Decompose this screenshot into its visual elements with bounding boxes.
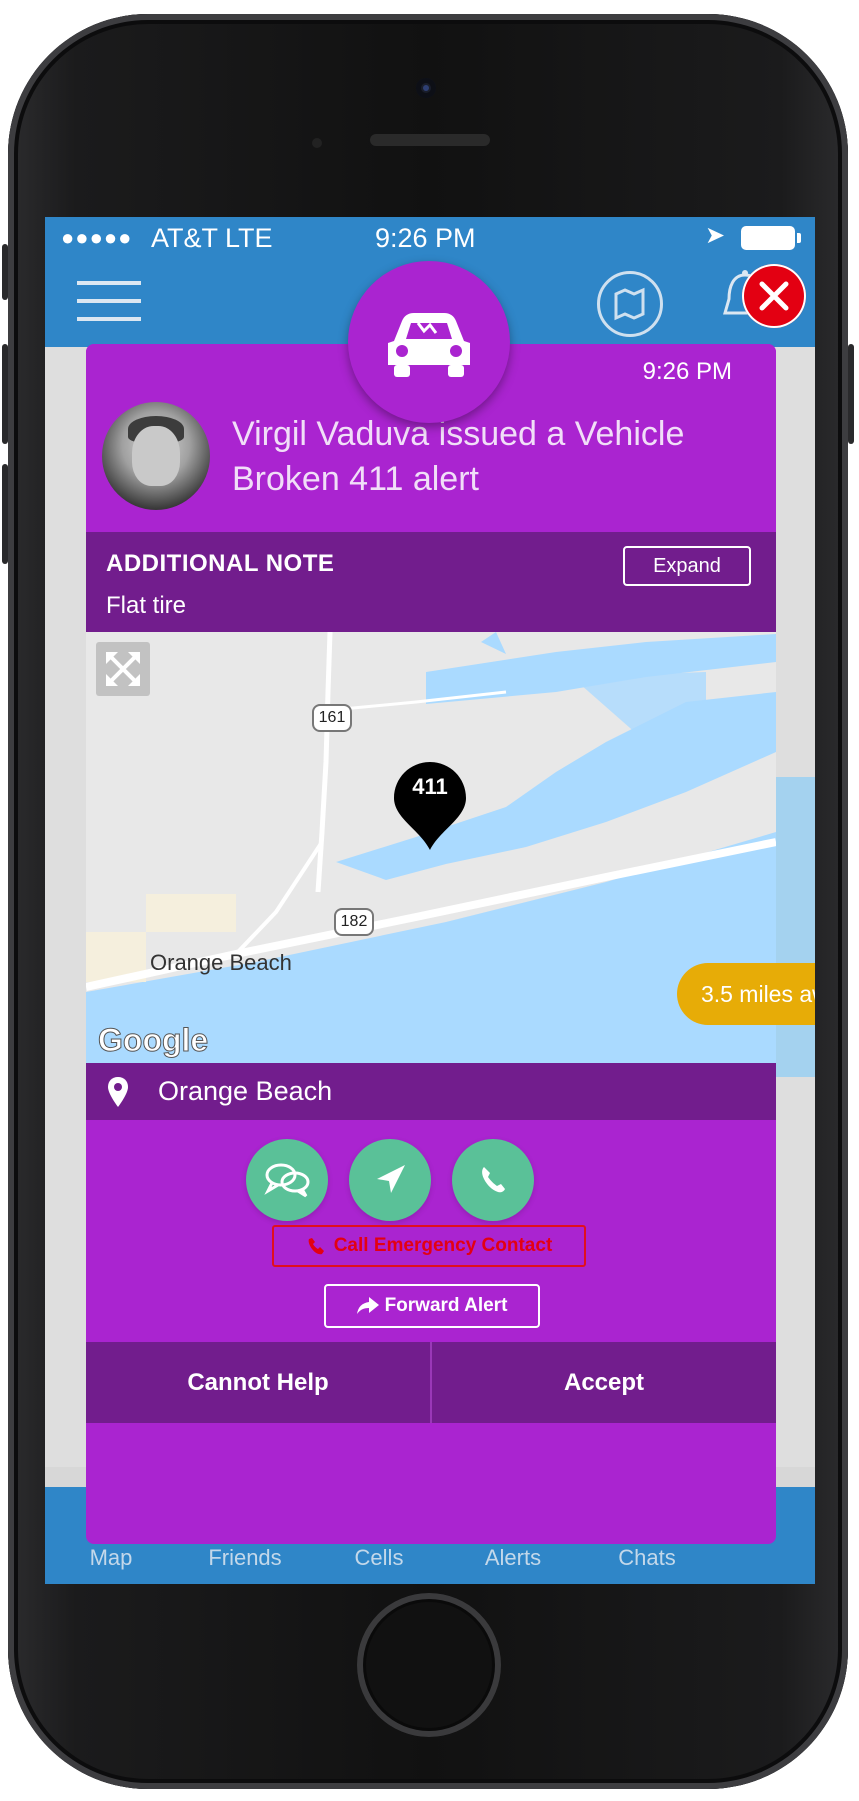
status-time: 9:26 PM (375, 223, 476, 253)
avatar (102, 402, 210, 510)
additional-note-section: ADDITIONAL NOTE Flat tire Expand (86, 532, 776, 632)
route-161-shield: 161 (312, 704, 352, 732)
fullscreen-icon[interactable] (96, 642, 150, 696)
tab-friends[interactable]: Friends (185, 1545, 305, 1571)
front-camera (416, 78, 436, 98)
accept-button[interactable]: Accept (432, 1342, 776, 1423)
alert-footer: Cannot Help Accept (86, 1342, 776, 1423)
phone-screen: ●●●●● AT&T LTE 9:26 PM ➤ Map Friends Cel… (45, 217, 815, 1584)
mute-switch (2, 244, 8, 300)
tab-alerts[interactable]: Alerts (453, 1545, 573, 1571)
alert-time: 9:26 PM (642, 358, 732, 385)
map-refresh-icon[interactable] (597, 271, 663, 337)
note-text: Flat tire (106, 592, 187, 619)
tab-cells[interactable]: Cells (319, 1545, 439, 1571)
call-emergency-contact-button[interactable]: Call Emergency Contact (272, 1225, 586, 1267)
forward-arrow-icon (356, 1297, 379, 1314)
alert-map[interactable]: 161 182 Orange Beach Google 411 (86, 632, 776, 1063)
signal-dots: ●●●●● (61, 225, 133, 250)
status-bar: ●●●●● AT&T LTE 9:26 PM ➤ (45, 222, 815, 257)
chat-button[interactable] (246, 1139, 328, 1221)
alert-actions: Call Emergency Contact Forward Alert (86, 1120, 776, 1342)
phone-red-icon (308, 1238, 324, 1255)
location-arrow-icon: ➤ (705, 222, 726, 249)
route-182-shield: 182 (334, 908, 374, 936)
alert-modal: 9:26 PM Virgil Vaduva issued a Vehicle B… (86, 344, 776, 1544)
broken-car-icon (388, 313, 470, 377)
volume-up-button (2, 344, 8, 444)
call-emergency-contact-label: Call Emergency Contact (333, 1235, 553, 1256)
map-place-label: Orange Beach (150, 950, 292, 975)
expand-button[interactable]: Expand (623, 546, 751, 586)
phone-icon (482, 1167, 505, 1193)
distance-badge: 3.5 miles away (677, 963, 815, 1025)
navigate-button[interactable] (349, 1139, 431, 1221)
carrier-label: AT&T LTE (151, 223, 273, 253)
alert-type-badge (348, 261, 510, 423)
alert-title: Virgil Vaduva issued a Vehicle Broken 41… (232, 415, 685, 498)
close-alert-button[interactable] (742, 264, 806, 328)
forward-alert-button[interactable]: Forward Alert (324, 1284, 540, 1328)
note-label: ADDITIONAL NOTE (106, 550, 335, 577)
navigation-arrow-icon (377, 1165, 405, 1193)
location-text: Orange Beach (158, 1076, 333, 1106)
earpiece-speaker (370, 134, 490, 146)
map-pin-label: 411 (412, 774, 448, 799)
volume-down-button (2, 464, 8, 564)
chat-bubbles-icon (264, 1163, 310, 1198)
power-button (848, 344, 854, 444)
proximity-sensor (312, 138, 322, 148)
battery-icon (741, 226, 801, 250)
cannot-help-button[interactable]: Cannot Help (86, 1342, 430, 1423)
google-logo: Google (97, 1022, 209, 1059)
forward-alert-label: Forward Alert (384, 1295, 508, 1316)
location-pin-icon (108, 1077, 128, 1107)
tab-chats[interactable]: Chats (587, 1545, 707, 1571)
home-button[interactable] (357, 1593, 501, 1737)
close-icon (759, 281, 789, 311)
call-button[interactable] (452, 1139, 534, 1221)
location-row: Orange Beach (86, 1063, 776, 1120)
hamburger-menu-icon[interactable] (77, 281, 141, 325)
tab-map[interactable]: Map (51, 1545, 171, 1571)
